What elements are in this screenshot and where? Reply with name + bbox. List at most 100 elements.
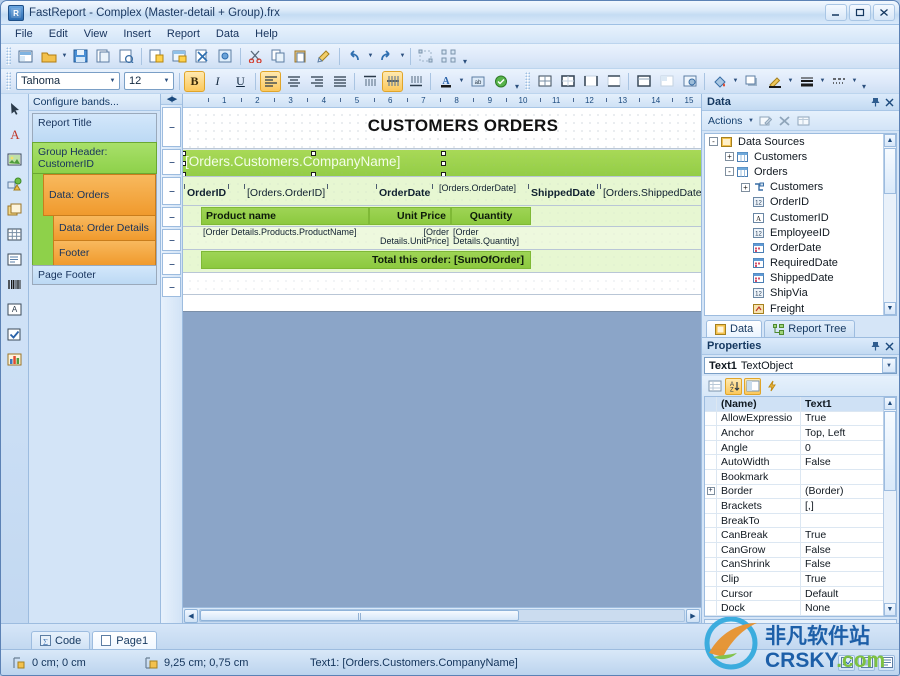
property-row[interactable]: Brackets[,] — [705, 499, 896, 514]
tab-code[interactable]: ∑ Code — [31, 631, 90, 649]
property-row[interactable]: ClipTrue — [705, 572, 896, 587]
align-justify-icon[interactable] — [329, 71, 350, 92]
tree-node[interactable]: 12OrderID — [705, 195, 896, 210]
selection-handle[interactable] — [183, 151, 186, 156]
preview-icon[interactable] — [93, 46, 114, 67]
format-toolbar-grip[interactable] — [6, 72, 11, 90]
properties-icon[interactable] — [744, 378, 761, 395]
report-title-text[interactable]: CUSTOMERS ORDERS — [348, 116, 578, 136]
minimize-button[interactable] — [825, 4, 847, 21]
column-header-unitprice[interactable]: Unit Price — [369, 207, 451, 225]
property-row[interactable]: AnchorTop, Left — [705, 426, 896, 441]
style-circle-icon[interactable] — [490, 71, 511, 92]
group-objects-icon[interactable] — [415, 46, 436, 67]
tree-node[interactable]: ACustomerID — [705, 210, 896, 225]
new-dialog-icon[interactable] — [169, 46, 190, 67]
tree-node[interactable]: -Orders — [705, 164, 896, 179]
border-lr-icon[interactable] — [580, 71, 601, 92]
actions-menu[interactable]: Actions — [706, 115, 744, 127]
column-header-quantity[interactable]: Quantity — [451, 207, 531, 225]
new-report-icon[interactable] — [15, 46, 36, 67]
selection-handle[interactable] — [441, 161, 446, 166]
property-row[interactable]: DockNone — [705, 601, 896, 616]
band-footer[interactable]: Footer — [53, 240, 156, 266]
report-page[interactable]: CUSTOMERS ORDERS [Orders.Customers.Compa… — [183, 108, 701, 312]
scroll-left-icon[interactable]: ◀ — [184, 609, 198, 623]
line-width-dropdown-icon[interactable]: ▼ — [818, 71, 827, 92]
chevron-down-icon[interactable]: ▼ — [882, 358, 896, 373]
picture-icon[interactable] — [4, 148, 26, 170]
menu-view[interactable]: View — [76, 26, 116, 42]
orderid-label[interactable]: OrderID — [187, 187, 226, 199]
undo-dropdown-icon[interactable]: ▼ — [366, 46, 375, 67]
menu-data[interactable]: Data — [208, 26, 247, 42]
border-custom-icon[interactable] — [679, 71, 700, 92]
close-icon[interactable] — [882, 95, 896, 109]
band-nav-icon[interactable]: ◀|▶ — [161, 94, 182, 105]
scissors-icon[interactable] — [245, 46, 266, 67]
pen-color-icon[interactable] — [764, 71, 785, 92]
scroll-up-icon[interactable]: ▲ — [884, 397, 896, 410]
menu-help[interactable]: Help — [247, 26, 286, 42]
property-value[interactable]: (Border) — [801, 485, 896, 499]
property-value[interactable]: None — [801, 601, 896, 615]
selection-handle[interactable] — [311, 151, 316, 156]
bold-button[interactable]: B — [184, 71, 205, 92]
orderdate-label[interactable]: OrderDate — [379, 187, 430, 199]
redo-dropdown-icon[interactable]: ▼ — [398, 46, 407, 67]
preview-view-icon[interactable] — [858, 655, 875, 671]
border-box-icon[interactable] — [633, 71, 654, 92]
selection-handle[interactable] — [441, 151, 446, 156]
checkbox-icon[interactable] — [4, 323, 26, 345]
brush-icon[interactable] — [314, 46, 335, 67]
property-value[interactable]: Text1 — [801, 397, 896, 411]
total-this-order-text[interactable]: Total this order: [SumOfOrder] — [201, 251, 531, 269]
zipcode-icon[interactable]: A — [4, 298, 26, 320]
tree-node[interactable]: +Customers — [705, 180, 896, 195]
shippeddate-expression[interactable]: [Orders.ShippedDate] — [603, 187, 701, 199]
band-data-order-details[interactable]: Data: Order Details — [53, 215, 156, 241]
tree-node[interactable]: OrderDate — [705, 240, 896, 255]
undo-arrow-icon[interactable] — [344, 46, 365, 67]
shapes-icon[interactable] — [4, 173, 26, 195]
tree-exp-plus-icon[interactable]: + — [725, 152, 734, 161]
rich-text-icon[interactable] — [4, 248, 26, 270]
properties-grid[interactable]: (Name)Text1AllowExpressioTrueAnchorTop, … — [704, 396, 897, 617]
page-setup-icon[interactable] — [116, 46, 137, 67]
property-row[interactable]: CanBreakTrue — [705, 528, 896, 543]
tree-node[interactable]: RequiredDate — [705, 256, 896, 271]
property-row[interactable]: AutoWidthFalse — [705, 455, 896, 470]
property-value[interactable]: [,] — [801, 499, 896, 513]
property-row[interactable]: Angle0 — [705, 441, 896, 456]
bar-chart-icon[interactable] — [4, 348, 26, 370]
font-name-combo[interactable]: Tahoma ▼ — [16, 72, 120, 90]
line-color-dropdown-icon[interactable]: ▼ — [786, 71, 795, 92]
property-value[interactable]: Top, Left — [801, 426, 896, 440]
tree-node[interactable]: 12ShipVia — [705, 286, 896, 301]
property-row[interactable]: BreakTo — [705, 514, 896, 529]
property-value[interactable]: True — [801, 572, 896, 586]
horizontal-scrollbar[interactable]: ◀ ▶ — [183, 607, 701, 623]
align-right-icon[interactable] — [306, 71, 327, 92]
text-a-icon[interactable]: A — [4, 123, 26, 145]
scroll-thumb[interactable] — [884, 148, 896, 194]
tree-exp-plus-icon[interactable]: + — [741, 183, 750, 192]
actions-dropdown-icon[interactable]: ▼ — [746, 110, 755, 131]
close-button[interactable] — [873, 4, 895, 21]
design-view-icon[interactable] — [838, 655, 855, 671]
cursor-arrow-icon[interactable] — [4, 98, 26, 120]
scroll-up-icon[interactable]: ▲ — [884, 134, 896, 147]
new-table-icon[interactable] — [795, 112, 812, 129]
scroll-down-icon[interactable]: ▼ — [884, 302, 896, 315]
property-value[interactable]: Default — [801, 587, 896, 601]
highlight-icon[interactable]: ab — [467, 71, 488, 92]
align-center-icon[interactable] — [283, 71, 304, 92]
new-page-icon[interactable] — [146, 46, 167, 67]
shadow-icon[interactable] — [741, 71, 762, 92]
shippeddate-label[interactable]: ShippedDate — [531, 187, 595, 199]
tab-page1[interactable]: Page1 — [92, 631, 157, 649]
line-width-icon[interactable] — [796, 71, 817, 92]
font-color-icon[interactable]: A — [435, 71, 456, 92]
detail-quantity-expression[interactable]: [Order Details.Quantity] — [453, 228, 529, 246]
property-row[interactable]: CanShrinkFalse — [705, 558, 896, 573]
